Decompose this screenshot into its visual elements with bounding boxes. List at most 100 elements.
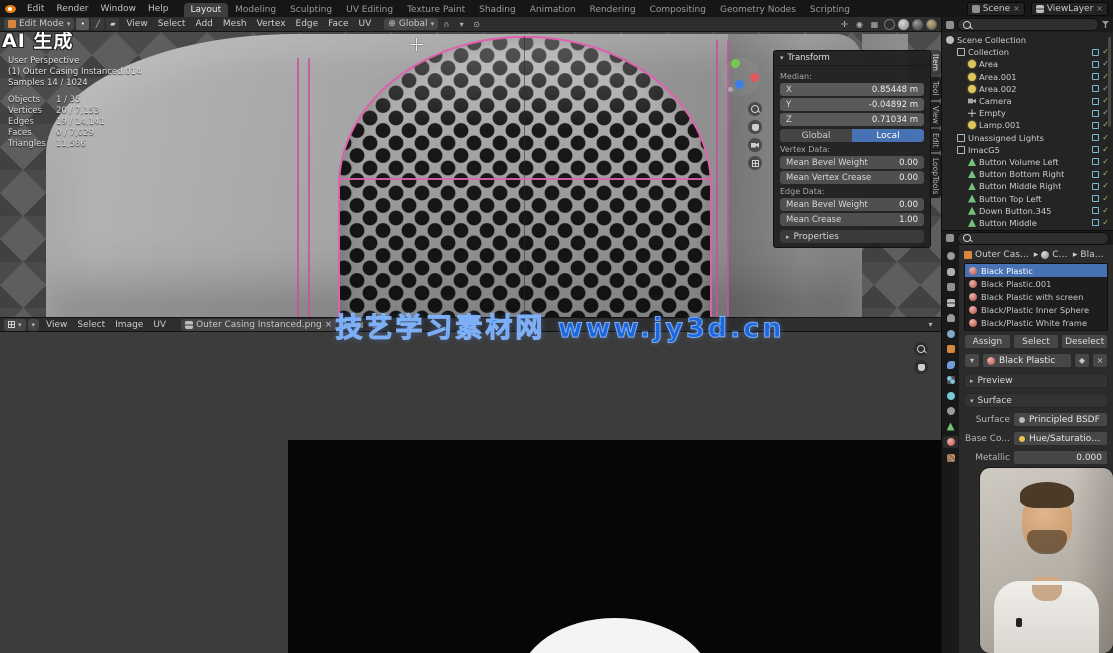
material-slot-row[interactable]: Black/Plastic White frame bbox=[965, 316, 1107, 329]
selectable-toggle-icon[interactable] bbox=[1092, 61, 1099, 68]
browse-material-icon[interactable]: ▾ bbox=[964, 353, 980, 368]
fake-user-shield-icon[interactable]: ◆ bbox=[1074, 353, 1090, 368]
visibility-check-icon[interactable]: ✓ bbox=[1102, 170, 1109, 178]
outliner-row[interactable]: Camera ✓ bbox=[942, 95, 1113, 107]
vertex-select-button[interactable]: • bbox=[76, 18, 89, 30]
selectable-toggle-icon[interactable] bbox=[1092, 195, 1099, 202]
xray-toggle-icon[interactable]: ▦ bbox=[868, 18, 881, 30]
material-slot-row[interactable]: Black/Plastic Inner Sphere bbox=[965, 303, 1107, 316]
image-editor-menu[interactable]: Image bbox=[110, 320, 148, 330]
selectable-toggle-icon[interactable] bbox=[1092, 85, 1099, 92]
menubar-menu[interactable]: Edit bbox=[21, 4, 50, 14]
workspace-tab[interactable]: Layout bbox=[184, 3, 229, 17]
workspace-tab[interactable]: Animation bbox=[523, 3, 583, 17]
outliner-row[interactable]: Button Bottom Right ✓ bbox=[942, 168, 1113, 180]
outliner-editor-icon[interactable] bbox=[946, 21, 954, 29]
preview-panel-header[interactable]: ▸ Preview bbox=[964, 373, 1108, 388]
properties-editor-icon[interactable] bbox=[946, 234, 954, 242]
outliner-row[interactable]: Button Middle ✓ bbox=[942, 217, 1113, 229]
viewport-menu[interactable]: Vertex bbox=[252, 19, 291, 29]
editor-type-dropdown[interactable]: ▾ bbox=[4, 319, 26, 331]
properties-tab[interactable] bbox=[943, 436, 958, 448]
gizmo-y-axis[interactable] bbox=[731, 59, 740, 68]
outliner-row[interactable]: Collection ✓ bbox=[942, 46, 1113, 58]
viewport-menu[interactable]: Add bbox=[190, 19, 217, 29]
image-editor-menu[interactable]: View bbox=[41, 320, 72, 330]
viewlayer-unlink-icon[interactable]: × bbox=[1096, 4, 1103, 13]
image-editor-menu[interactable]: Select bbox=[72, 320, 110, 330]
material-slot-row[interactable]: Black Plastic.001 bbox=[965, 277, 1107, 290]
selectable-toggle-icon[interactable] bbox=[1092, 146, 1099, 153]
selectable-toggle-icon[interactable] bbox=[1092, 219, 1099, 226]
properties-tab[interactable] bbox=[943, 405, 958, 417]
gizmo-neg-axis[interactable] bbox=[728, 87, 733, 92]
vertex-data-field[interactable]: Mean Vertex Crease0.00 bbox=[780, 171, 924, 184]
orientation-dropdown[interactable]: ⊕ Global ▾ bbox=[384, 18, 438, 30]
visibility-check-icon[interactable]: ✓ bbox=[1102, 182, 1109, 190]
properties-search[interactable] bbox=[957, 232, 1109, 245]
solid-shading-button[interactable] bbox=[898, 19, 909, 30]
outliner-row[interactable]: Down Button.345 ✓ bbox=[942, 205, 1113, 217]
outliner-row[interactable]: Area ✓ bbox=[942, 58, 1113, 70]
vertex-data-field[interactable]: Mean Bevel Weight0.00 bbox=[780, 156, 924, 169]
selectable-toggle-icon[interactable] bbox=[1092, 122, 1099, 129]
selectable-toggle-icon[interactable] bbox=[1092, 110, 1099, 117]
outliner-row[interactable]: Area.001 ✓ bbox=[942, 71, 1113, 83]
edge-select-button[interactable]: ╱ bbox=[91, 18, 104, 30]
local-space-button[interactable]: Local bbox=[852, 129, 924, 142]
selectable-toggle-icon[interactable] bbox=[1092, 183, 1099, 190]
visibility-check-icon[interactable]: ✓ bbox=[1102, 219, 1109, 227]
outliner-row[interactable]: Scene Collection ✓ bbox=[942, 34, 1113, 46]
scene-unlink-icon[interactable]: × bbox=[1013, 4, 1020, 13]
outliner-row[interactable]: Lamp.001 ✓ bbox=[942, 119, 1113, 131]
properties-tab[interactable] bbox=[943, 374, 958, 386]
properties-tab[interactable] bbox=[943, 266, 958, 278]
menubar-menu[interactable]: Render bbox=[50, 4, 94, 14]
visibility-check-icon[interactable]: ✓ bbox=[1102, 134, 1109, 142]
transform-panel-header[interactable]: ▾ Transform bbox=[774, 51, 930, 66]
material-slot-row[interactable]: Black Plastic bbox=[965, 264, 1107, 277]
outliner-row[interactable]: Area.002 ✓ bbox=[942, 83, 1113, 95]
outliner-search[interactable] bbox=[957, 18, 1099, 31]
gizmo-x-axis[interactable] bbox=[750, 73, 759, 82]
outliner-row[interactable]: Empty ✓ bbox=[942, 107, 1113, 119]
selectable-toggle-icon[interactable] bbox=[1092, 73, 1099, 80]
viewport-menu[interactable]: Edge bbox=[291, 19, 324, 29]
rendered-shading-button[interactable] bbox=[926, 19, 937, 30]
camera-view-icon[interactable] bbox=[748, 138, 762, 152]
slot-action-button[interactable]: Assign bbox=[964, 334, 1011, 349]
properties-tab[interactable] bbox=[943, 390, 958, 402]
properties-tab[interactable] bbox=[943, 359, 958, 371]
workspace-tab[interactable]: Geometry Nodes bbox=[713, 3, 803, 17]
visibility-check-icon[interactable]: ✓ bbox=[1102, 195, 1109, 203]
gizmo-z-axis[interactable] bbox=[735, 80, 744, 89]
surface-shader-button[interactable]: Principled BSDF bbox=[1013, 412, 1108, 427]
metallic-slider[interactable]: 0.000 bbox=[1013, 450, 1108, 465]
workspace-tab[interactable]: Scripting bbox=[803, 3, 857, 17]
selectable-toggle-icon[interactable] bbox=[1092, 158, 1099, 165]
workspace-tab[interactable]: Sculpting bbox=[283, 3, 339, 17]
selectable-toggle-icon[interactable] bbox=[1092, 207, 1099, 214]
workspace-tab[interactable]: Texture Paint bbox=[400, 3, 472, 17]
breadcrumb-object[interactable]: Outer Casi... bbox=[975, 250, 1031, 260]
viewport-menu[interactable]: View bbox=[121, 19, 152, 29]
outliner-row[interactable]: Button Volume Left ✓ bbox=[942, 156, 1113, 168]
visibility-check-icon[interactable]: ✓ bbox=[1102, 207, 1109, 215]
pan-hand-icon[interactable] bbox=[914, 360, 928, 374]
outliner-scrollbar[interactable] bbox=[1108, 37, 1111, 127]
unlink-material-icon[interactable]: × bbox=[1092, 353, 1108, 368]
mode-dropdown[interactable]: Edit Mode ▾ bbox=[4, 18, 74, 30]
axis-value-field[interactable]: Z0.71034 m bbox=[780, 113, 924, 126]
base-color-button[interactable]: Hue/Saturation/Valu... bbox=[1013, 431, 1108, 446]
filter-icon[interactable] bbox=[1102, 21, 1109, 28]
outliner-row[interactable]: Unassigned Lights ✓ bbox=[942, 132, 1113, 144]
properties-tab[interactable] bbox=[943, 281, 958, 293]
properties-collapsed-panel[interactable]: ▸ Properties bbox=[780, 230, 924, 243]
show-gizmo-icon[interactable]: ✛ bbox=[838, 18, 851, 30]
global-space-button[interactable]: Global bbox=[780, 129, 852, 142]
slot-action-button[interactable]: Deselect bbox=[1061, 334, 1108, 349]
pan-hand-icon[interactable] bbox=[748, 120, 762, 134]
outliner-row[interactable]: Button Top Left ✓ bbox=[942, 192, 1113, 204]
viewlayer-selector[interactable]: ViewLayer × bbox=[1031, 2, 1108, 16]
snap-settings-icon[interactable]: ▾ bbox=[455, 18, 468, 30]
